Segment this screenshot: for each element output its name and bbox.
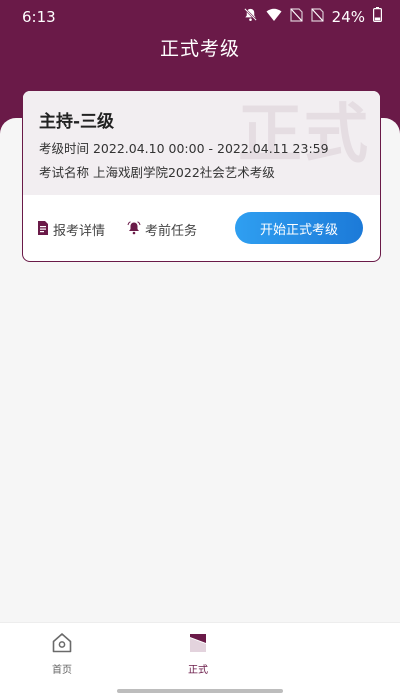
battery-icon <box>373 7 383 26</box>
registration-details-label: 报考详情 <box>53 224 106 239</box>
tab-home[interactable]: 首页 <box>22 631 102 676</box>
tab-exam-label: 正式 <box>188 665 208 676</box>
sim1-off-icon <box>290 7 303 26</box>
pre-exam-tasks-label: 考前任务 <box>145 224 198 239</box>
tab-exam[interactable]: 正式 <box>158 631 238 676</box>
exam-card-info: 正式 主持-三级 考级时间 2022.04.10 00:00 - 2022.04… <box>23 91 380 195</box>
exam-card-actions: 报考详情 考前任务 开始正式考级 <box>23 195 380 261</box>
home-icon <box>50 633 74 659</box>
start-exam-button[interactable]: 开始正式考级 <box>235 212 363 244</box>
status-time: 6:13 <box>22 8 56 26</box>
tab-home-label: 首页 <box>52 665 72 676</box>
exam-title: 主持-三级 <box>39 112 115 132</box>
exam-time: 考级时间 2022.04.10 00:00 - 2022.04.11 23:59 <box>39 141 329 156</box>
wifi-icon <box>266 8 282 26</box>
pre-exam-tasks-link[interactable]: 考前任务 <box>127 220 197 239</box>
exam-icon <box>186 634 210 659</box>
status-icons: 24% <box>243 7 383 26</box>
registration-details-link[interactable]: 报考详情 <box>37 220 105 239</box>
bell-icon <box>127 220 141 239</box>
document-icon <box>37 220 49 239</box>
battery-percent: 24% <box>331 7 365 26</box>
bell-muted-icon <box>243 7 258 26</box>
sim2-off-icon <box>311 7 324 26</box>
status-bar: 6:13 24% <box>0 0 400 34</box>
exam-card: 正式 主持-三级 考级时间 2022.04.10 00:00 - 2022.04… <box>22 90 381 262</box>
exam-name: 考试名称 上海戏剧学院2022社会艺术考级 <box>39 165 275 180</box>
gesture-navigation-bar[interactable] <box>117 689 283 693</box>
page-title: 正式考级 <box>159 38 240 60</box>
